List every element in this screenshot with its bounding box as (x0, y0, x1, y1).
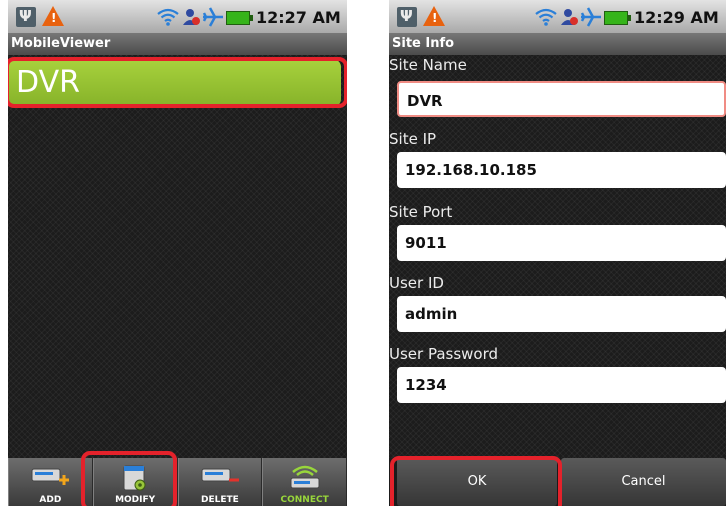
delete-label: DELETE (200, 495, 239, 505)
warning-icon (423, 6, 445, 26)
connect-label: CONNECT (280, 495, 329, 505)
status-clock: 12:27 AM (256, 8, 341, 27)
bottom-toolbar: ADD MODIFY DELETE CONNECT (8, 458, 347, 506)
site-ip-input[interactable]: 192.168.10.185 (397, 152, 726, 188)
status-bar: 12:27 AM (8, 0, 347, 33)
mobileviewer-site-list-screen: 12:27 AM MobileViewer DVR ADD MODIFY (8, 0, 347, 506)
user-password-label: User Password (389, 345, 499, 363)
delete-button[interactable]: DELETE (177, 458, 263, 506)
status-bar: 12:29 AM (389, 0, 726, 33)
site-port-input[interactable]: 9011 (397, 225, 726, 261)
airplane-mode-icon (580, 7, 601, 27)
user-password-input[interactable]: 1234 (397, 367, 726, 403)
site-name-label: Site Name (389, 56, 467, 74)
site-list: DVR (8, 55, 347, 458)
contact-sync-icon (183, 9, 200, 25)
highlight-box-modify (81, 451, 177, 506)
usb-debug-icon (397, 7, 417, 27)
user-id-label: User ID (389, 274, 444, 292)
site-info-screen: 12:29 AM Site Info Site Name DVR Site IP… (389, 0, 726, 506)
highlight-box-ok (390, 456, 562, 506)
site-name-input[interactable]: DVR (397, 81, 726, 117)
delete-device-icon (201, 468, 239, 482)
status-clock: 12:29 AM (634, 8, 719, 27)
site-info-form: Site Name DVR Site IP 192.168.10.185 Sit… (389, 55, 726, 458)
wifi-icon (157, 8, 179, 26)
wifi-icon (535, 8, 557, 26)
battery-icon (226, 11, 253, 25)
site-ip-label: Site IP (389, 130, 437, 148)
user-id-input[interactable]: admin (397, 296, 726, 332)
airplane-mode-icon (202, 7, 223, 27)
highlight-box-site-row (8, 57, 347, 108)
connect-button[interactable]: CONNECT (262, 458, 347, 506)
battery-icon (604, 11, 631, 25)
site-port-label: Site Port (389, 203, 453, 221)
dialog-title: Site Info (389, 33, 726, 55)
connect-wireless-icon (290, 465, 320, 489)
usb-debug-icon (16, 7, 36, 27)
cancel-button[interactable]: Cancel (561, 458, 726, 506)
add-device-icon (31, 468, 70, 485)
app-title: MobileViewer (8, 33, 347, 55)
warning-icon (42, 6, 64, 26)
add-label: ADD (39, 495, 62, 505)
contact-sync-icon (561, 9, 578, 25)
